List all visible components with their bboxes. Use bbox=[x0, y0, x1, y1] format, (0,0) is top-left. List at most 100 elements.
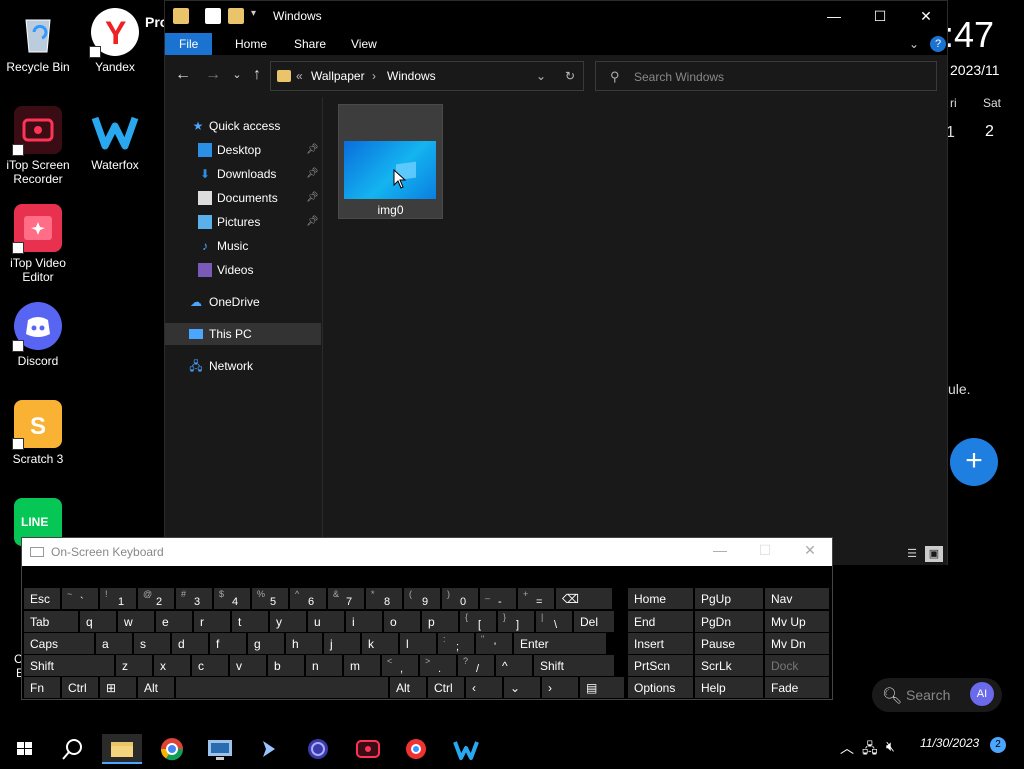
key-prtscn[interactable]: PrtScn bbox=[628, 655, 693, 676]
nav-item-desktop[interactable]: Desktop 📌︎ bbox=[165, 139, 321, 161]
key-pgdn[interactable]: PgDn bbox=[695, 611, 763, 632]
key-sym[interactable]: <, bbox=[382, 655, 418, 676]
maximize-button[interactable]: ☐ bbox=[857, 1, 903, 31]
key-b[interactable]: b bbox=[268, 655, 304, 676]
tab-file[interactable]: File bbox=[165, 33, 213, 55]
key-c[interactable]: c bbox=[192, 655, 228, 676]
key-u[interactable]: u bbox=[308, 611, 344, 632]
key-m[interactable]: m bbox=[344, 655, 380, 676]
search-box[interactable]: ⚲ bbox=[595, 61, 937, 91]
key-ctrl[interactable]: Ctrl bbox=[428, 677, 464, 698]
key-6[interactable]: ^ 6 bbox=[290, 588, 326, 609]
taskbar-screen-recorder[interactable] bbox=[348, 734, 388, 764]
key-w[interactable]: w bbox=[118, 611, 154, 632]
address-dropdown-icon[interactable]: ⌄ bbox=[536, 69, 546, 83]
tab-share[interactable]: Share bbox=[280, 33, 340, 55]
key-sym[interactable]: ? / bbox=[458, 655, 494, 676]
desktop-icon-scratch[interactable]: S Scratch 3 bbox=[0, 400, 76, 466]
up-button[interactable]: ↑ bbox=[247, 65, 267, 85]
key-sym[interactable]: ⌫ bbox=[556, 588, 612, 609]
key-r[interactable]: r bbox=[194, 611, 230, 632]
details-view-button[interactable]: ☰ bbox=[903, 546, 921, 562]
key-sym[interactable]: ⊞ bbox=[100, 677, 136, 698]
taskbar-app[interactable] bbox=[298, 734, 338, 764]
key-mv-up[interactable]: Mv Up bbox=[765, 611, 829, 632]
key-sym[interactable]: :; bbox=[438, 633, 474, 654]
desktop-icon-yandex[interactable]: Y Yandex bbox=[77, 8, 153, 74]
widget-search-bar[interactable]: 🔍︎ Search AI bbox=[872, 678, 1002, 712]
key-space[interactable] bbox=[176, 677, 388, 698]
key-4[interactable]: $4 bbox=[214, 588, 250, 609]
key-tab[interactable]: Tab bbox=[24, 611, 78, 632]
key-z[interactable]: z bbox=[116, 655, 152, 676]
title-bar[interactable]: ▾ Windows — ☐ ✕ bbox=[165, 1, 947, 33]
key-v[interactable]: v bbox=[230, 655, 266, 676]
show-hidden-icons-button[interactable]: ︿ bbox=[840, 738, 854, 758]
nav-item-pictures[interactable]: Pictures 📌︎ bbox=[165, 211, 321, 233]
new-folder-icon[interactable] bbox=[228, 8, 244, 24]
key-alt[interactable]: Alt bbox=[390, 677, 426, 698]
key-k[interactable]: k bbox=[362, 633, 398, 654]
key-pause[interactable]: Pause bbox=[695, 633, 763, 654]
taskbar-remote-desktop[interactable] bbox=[200, 734, 240, 764]
osk-close-button[interactable]: ✕ bbox=[795, 542, 825, 562]
key-options[interactable]: Options bbox=[628, 677, 693, 698]
key-mv-dn[interactable]: Mv Dn bbox=[765, 633, 829, 654]
taskbar-search-button[interactable] bbox=[52, 734, 92, 764]
file-item-img0[interactable]: img0 bbox=[338, 104, 443, 219]
desktop-icon-recycle-bin[interactable]: Recycle Bin bbox=[0, 8, 76, 74]
key-sym[interactable]: {[ bbox=[460, 611, 496, 632]
properties-icon[interactable] bbox=[205, 8, 221, 24]
key-sym[interactable]: ‹ bbox=[466, 677, 502, 698]
nav-network[interactable]: 🖧︎ Network bbox=[165, 355, 321, 377]
nav-onedrive[interactable]: ☁ OneDrive bbox=[165, 291, 321, 313]
key-p[interactable]: p bbox=[422, 611, 458, 632]
osk-maximize-button[interactable]: ☐ bbox=[750, 542, 780, 562]
desktop-icon-itop-screen-recorder[interactable]: iTop Screen Recorder bbox=[0, 106, 76, 186]
nav-item-videos[interactable]: Videos bbox=[165, 259, 321, 281]
key-sym[interactable]: ⌄ bbox=[504, 677, 540, 698]
volume-muted-icon[interactable]: 🔇︎ bbox=[886, 738, 895, 755]
key-sym[interactable]: › bbox=[542, 677, 578, 698]
tab-view[interactable]: View bbox=[337, 33, 391, 55]
key-caps[interactable]: Caps bbox=[24, 633, 94, 654]
key-shift[interactable]: Shift bbox=[534, 655, 614, 676]
large-icons-view-button[interactable]: ▣ bbox=[925, 546, 943, 562]
key-sym[interactable]: }] bbox=[498, 611, 534, 632]
key-del[interactable]: Del bbox=[574, 611, 614, 632]
key-0[interactable]: ) 0 bbox=[442, 588, 478, 609]
key-i[interactable]: i bbox=[346, 611, 382, 632]
close-button[interactable]: ✕ bbox=[903, 1, 949, 31]
ai-icon[interactable]: AI bbox=[970, 682, 994, 706]
key-9[interactable]: (9 bbox=[404, 588, 440, 609]
key-help[interactable]: Help bbox=[695, 677, 763, 698]
refresh-icon[interactable]: ↻ bbox=[565, 69, 575, 83]
key-scrlk[interactable]: ScrLk bbox=[695, 655, 763, 676]
widget-add-button[interactable]: + bbox=[950, 438, 998, 486]
start-button[interactable] bbox=[4, 734, 44, 764]
key-insert[interactable]: Insert bbox=[628, 633, 693, 654]
key-g[interactable]: g bbox=[248, 633, 284, 654]
key-1[interactable]: ! 1 bbox=[100, 588, 136, 609]
key-o[interactable]: o bbox=[384, 611, 420, 632]
key-nav[interactable]: Nav bbox=[765, 588, 829, 609]
key-sym[interactable]: ^ bbox=[496, 655, 532, 676]
key-shift[interactable]: Shift bbox=[24, 655, 114, 676]
key-x[interactable]: x bbox=[154, 655, 190, 676]
osk-title-bar[interactable]: On-Screen Keyboard — ☐ ✕ bbox=[22, 538, 832, 566]
nav-this-pc[interactable]: This PC bbox=[165, 323, 321, 345]
key-dock[interactable]: Dock bbox=[765, 655, 829, 676]
key-7[interactable]: & 7 bbox=[328, 588, 364, 609]
breadcrumb-overflow[interactable]: « bbox=[296, 69, 303, 83]
breadcrumb-wallpaper[interactable]: Wallpaper bbox=[311, 69, 365, 83]
key-e[interactable]: e bbox=[156, 611, 192, 632]
address-bar[interactable]: « Wallpaper › Windows ⌄ ↻ bbox=[270, 61, 584, 91]
search-input[interactable] bbox=[634, 68, 924, 86]
taskbar-file-explorer[interactable] bbox=[102, 734, 142, 764]
key-l[interactable]: l bbox=[400, 633, 436, 654]
desktop-icon-waterfox[interactable]: Waterfox bbox=[77, 106, 153, 172]
key-sym[interactable]: + = bbox=[518, 588, 554, 609]
key-sym[interactable]: ~ ` bbox=[62, 588, 98, 609]
tab-home[interactable]: Home bbox=[221, 33, 281, 55]
widget-date-2[interactable]: 2 bbox=[985, 123, 994, 141]
